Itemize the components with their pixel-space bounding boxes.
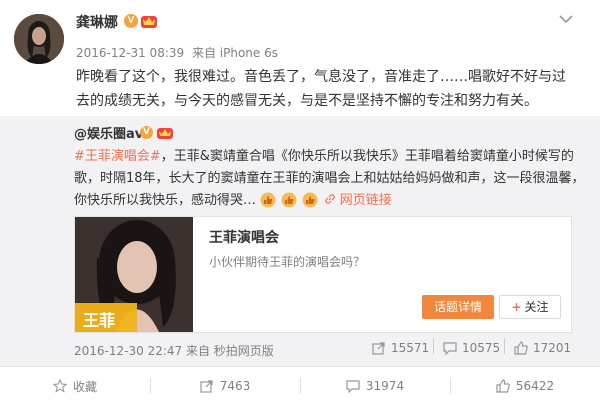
post-timestamp[interactable]: 2016-12-31 08:39 <box>76 46 184 60</box>
link-icon <box>324 194 335 204</box>
comment-icon <box>346 380 360 393</box>
repost-share-count[interactable]: 15571 <box>372 341 429 355</box>
repost-username[interactable]: @娱乐圈avi <box>74 123 148 142</box>
thumbs-up-icon <box>302 192 318 208</box>
divider <box>504 338 505 354</box>
divider <box>433 338 434 354</box>
follow-label: 关注 <box>524 300 549 314</box>
star-icon <box>52 379 67 393</box>
post-source: 来自 iPhone 6s <box>191 46 278 60</box>
share-icon <box>200 380 213 393</box>
repost-like-value: 17201 <box>533 341 572 355</box>
favorite-label: 收藏 <box>72 379 97 394</box>
topic-card[interactable]: 王菲 王菲演唱会 小伙伴期待王菲的演唱会吗？ 话题详情 + 关注 <box>74 216 572 333</box>
follow-button[interactable]: + 关注 <box>499 295 561 319</box>
verified-icon: V <box>140 126 153 139</box>
action-bar: 收藏 7463 31974 56422 <box>0 366 600 405</box>
like-button[interactable]: 56422 <box>450 367 600 405</box>
vip-crown-icon <box>141 16 157 28</box>
card-image-caption: 王菲 <box>83 311 116 330</box>
chevron-down-icon[interactable] <box>558 14 574 24</box>
repost-source: 来自 秒拍网页版 <box>185 344 274 358</box>
comment-button[interactable]: 31974 <box>300 367 450 405</box>
repost-like-count[interactable]: 17201 <box>514 341 571 355</box>
topic-link[interactable]: #王菲演唱会# <box>74 149 161 164</box>
share-icon <box>372 342 385 355</box>
comment-count: 31974 <box>365 379 405 393</box>
post-content: 昨晚看了这个，我很难过。音色丢了，气息没了，音准走了……唱歌好不好与过去的成绩无… <box>76 69 566 109</box>
thumbs-up-icon <box>281 192 297 208</box>
plus-icon: + <box>511 300 522 314</box>
card-image: 王菲 <box>75 217 193 332</box>
thumbs-up-emojis <box>260 192 319 216</box>
post-meta: 2016-12-31 08:39 来自 iPhone 6s <box>76 44 282 61</box>
comment-icon <box>443 342 457 355</box>
card-title[interactable]: 王菲演唱会 <box>209 227 279 247</box>
thumbs-up-icon <box>260 192 276 208</box>
repost-share-value: 15571 <box>391 341 430 355</box>
like-count: 56422 <box>515 379 555 393</box>
topic-detail-button[interactable]: 话题详情 <box>422 295 494 319</box>
card-description: 小伙伴期待王菲的演唱会吗？ <box>209 255 366 269</box>
weblink-label: 网页链接 <box>339 193 392 208</box>
repost-timestamp[interactable]: 2016-12-30 22:47 <box>74 344 182 358</box>
thumbs-up-outline-icon <box>514 341 528 355</box>
repost-text: #王菲演唱会#，王菲&窦靖童合唱《你快乐所以我快乐》王菲唱着给窦靖童小时候写的歌… <box>74 146 594 216</box>
avatar[interactable] <box>14 14 64 64</box>
repost-count: 7463 <box>219 379 251 393</box>
repost-button[interactable]: 7463 <box>150 367 300 405</box>
repost-block: @娱乐圈avi V #王菲演唱会#，王菲&窦靖童合唱《你快乐所以我快乐》王菲唱着… <box>0 116 600 366</box>
repost-comment-value: 10575 <box>462 341 501 355</box>
weibo-post: 龚琳娜 V 2016-12-31 08:39 来自 iPhone 6s 昨晚看了… <box>0 0 600 405</box>
thumbs-up-outline-icon <box>496 379 510 393</box>
post-username[interactable]: 龚琳娜 <box>76 12 118 32</box>
favorite-button[interactable]: 收藏 <box>0 367 150 405</box>
weblink[interactable]: 网页链接 <box>324 193 392 208</box>
repost-meta: 2016-12-30 22:47 来自 秒拍网页版 <box>74 342 274 359</box>
vip-crown-icon <box>157 128 173 139</box>
verified-icon: V <box>124 14 138 28</box>
repost-comment-count[interactable]: 10575 <box>443 341 500 355</box>
